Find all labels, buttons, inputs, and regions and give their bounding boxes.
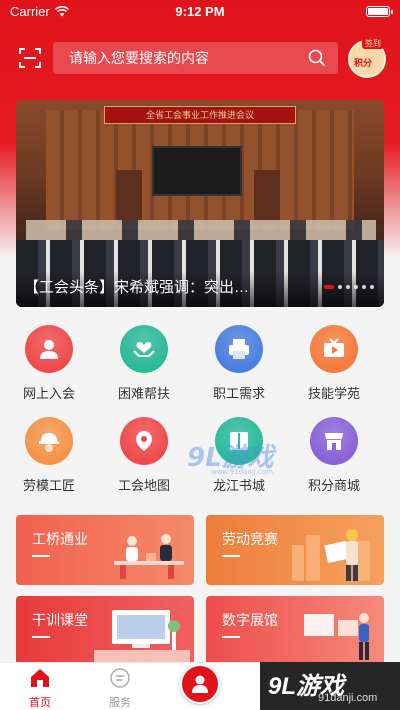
search-row: 请输入您要搜索的内容 签到 积分: [0, 38, 400, 78]
profile-center-button[interactable]: [180, 664, 220, 704]
heart-hands-icon: [120, 325, 168, 373]
service-item-label: 职工需求: [212, 386, 265, 401]
service-item-label: 龙江书城: [212, 478, 265, 493]
book-icon: [215, 417, 263, 465]
carousel-indicator[interactable]: [324, 285, 374, 289]
service-item-label: 劳模工匠: [22, 478, 75, 493]
card-labor-competition[interactable]: 劳动竞赛: [206, 515, 384, 585]
banner-caption: 【工会头条】宋希斌强调：突出…: [24, 279, 250, 296]
card-illustration-worker: [292, 529, 370, 581]
service-grid: 网上入会 困难帮扶 职工需求 技能学苑劳模工匠 工会地图 龙江书城 积分商城: [0, 325, 400, 500]
service-icon: [110, 668, 130, 688]
service-item[interactable]: 网上入会: [4, 325, 94, 405]
card-title: 劳动竞赛: [222, 529, 278, 557]
carousel-dot[interactable]: [354, 285, 358, 289]
watermark-site-text: 91danji.com: [318, 692, 378, 704]
home-icon: [31, 669, 49, 687]
card-title: 工桥通业: [32, 529, 88, 557]
card-training-classroom[interactable]: 干训课堂: [16, 596, 194, 666]
status-time: 9:12 PM: [175, 3, 225, 19]
service-item[interactable]: 困难帮扶: [99, 325, 189, 405]
status-bar: Carrier 9:12 PM: [0, 0, 400, 22]
service-item[interactable]: 积分商城: [289, 417, 379, 497]
person-join-icon: [25, 325, 73, 373]
service-item[interactable]: 工会地图: [99, 417, 189, 497]
search-input[interactable]: 请输入您要搜索的内容: [53, 42, 338, 74]
service-item[interactable]: 职工需求: [194, 325, 284, 405]
watermark-brand: 9L游戏 91danji.com: [260, 662, 400, 710]
service-item-label: 积分商城: [307, 478, 360, 493]
news-banner-carousel[interactable]: 全省工会事业工作推进会议 【工会头条】宋希斌强调：突出…: [16, 100, 384, 307]
carousel-dot[interactable]: [324, 285, 334, 289]
banner-photo-door: [254, 170, 280, 225]
service-item[interactable]: 龙江书城: [194, 417, 284, 497]
user-icon: [192, 675, 208, 693]
carousel-dot[interactable]: [338, 285, 342, 289]
tab-service-label: 服务: [109, 697, 131, 709]
card-title: 干训课堂: [32, 610, 88, 638]
carousel-dot[interactable]: [370, 285, 374, 289]
sign-in-button[interactable]: 签到 积分: [348, 38, 386, 78]
tab-home[interactable]: 首页: [10, 667, 70, 710]
printer-icon: [215, 325, 263, 373]
banner-photo-door: [116, 170, 142, 225]
carousel-dot[interactable]: [362, 285, 366, 289]
card-illustration-meeting: [114, 534, 184, 579]
card-illustration-classroom: [94, 610, 190, 662]
shop-icon: [310, 417, 358, 465]
tab-service[interactable]: 服务: [90, 667, 150, 710]
points-label: 积分: [354, 58, 373, 68]
card-digital-museum[interactable]: 数字展馆: [206, 596, 384, 666]
carousel-dot[interactable]: [346, 285, 350, 289]
search-placeholder: 请输入您要搜索的内容: [69, 50, 209, 66]
scan-icon[interactable]: [18, 46, 42, 70]
service-item-label: 技能学苑: [307, 386, 360, 401]
service-item[interactable]: 技能学苑: [289, 325, 379, 405]
worker-helmet-icon: [25, 417, 73, 465]
banner-photo-sign: 全省工会事业工作推进会议: [104, 106, 296, 124]
map-pin-icon: [120, 417, 168, 465]
sign-in-badge: 签到: [362, 38, 384, 49]
service-item-label: 网上入会: [22, 386, 75, 401]
search-icon[interactable]: [308, 49, 326, 67]
card-gongqiao[interactable]: 工桥通业: [16, 515, 194, 585]
card-title: 数字展馆: [222, 610, 278, 638]
tab-home-label: 首页: [29, 697, 51, 709]
video-play-icon: [310, 325, 358, 373]
service-item-label: 工会地图: [117, 478, 170, 493]
banner-photo-screen: [152, 146, 242, 196]
battery-icon: [366, 5, 393, 17]
card-illustration-museum: [304, 613, 369, 660]
service-item-label: 困难帮扶: [117, 386, 170, 401]
service-item[interactable]: 劳模工匠: [4, 417, 94, 497]
